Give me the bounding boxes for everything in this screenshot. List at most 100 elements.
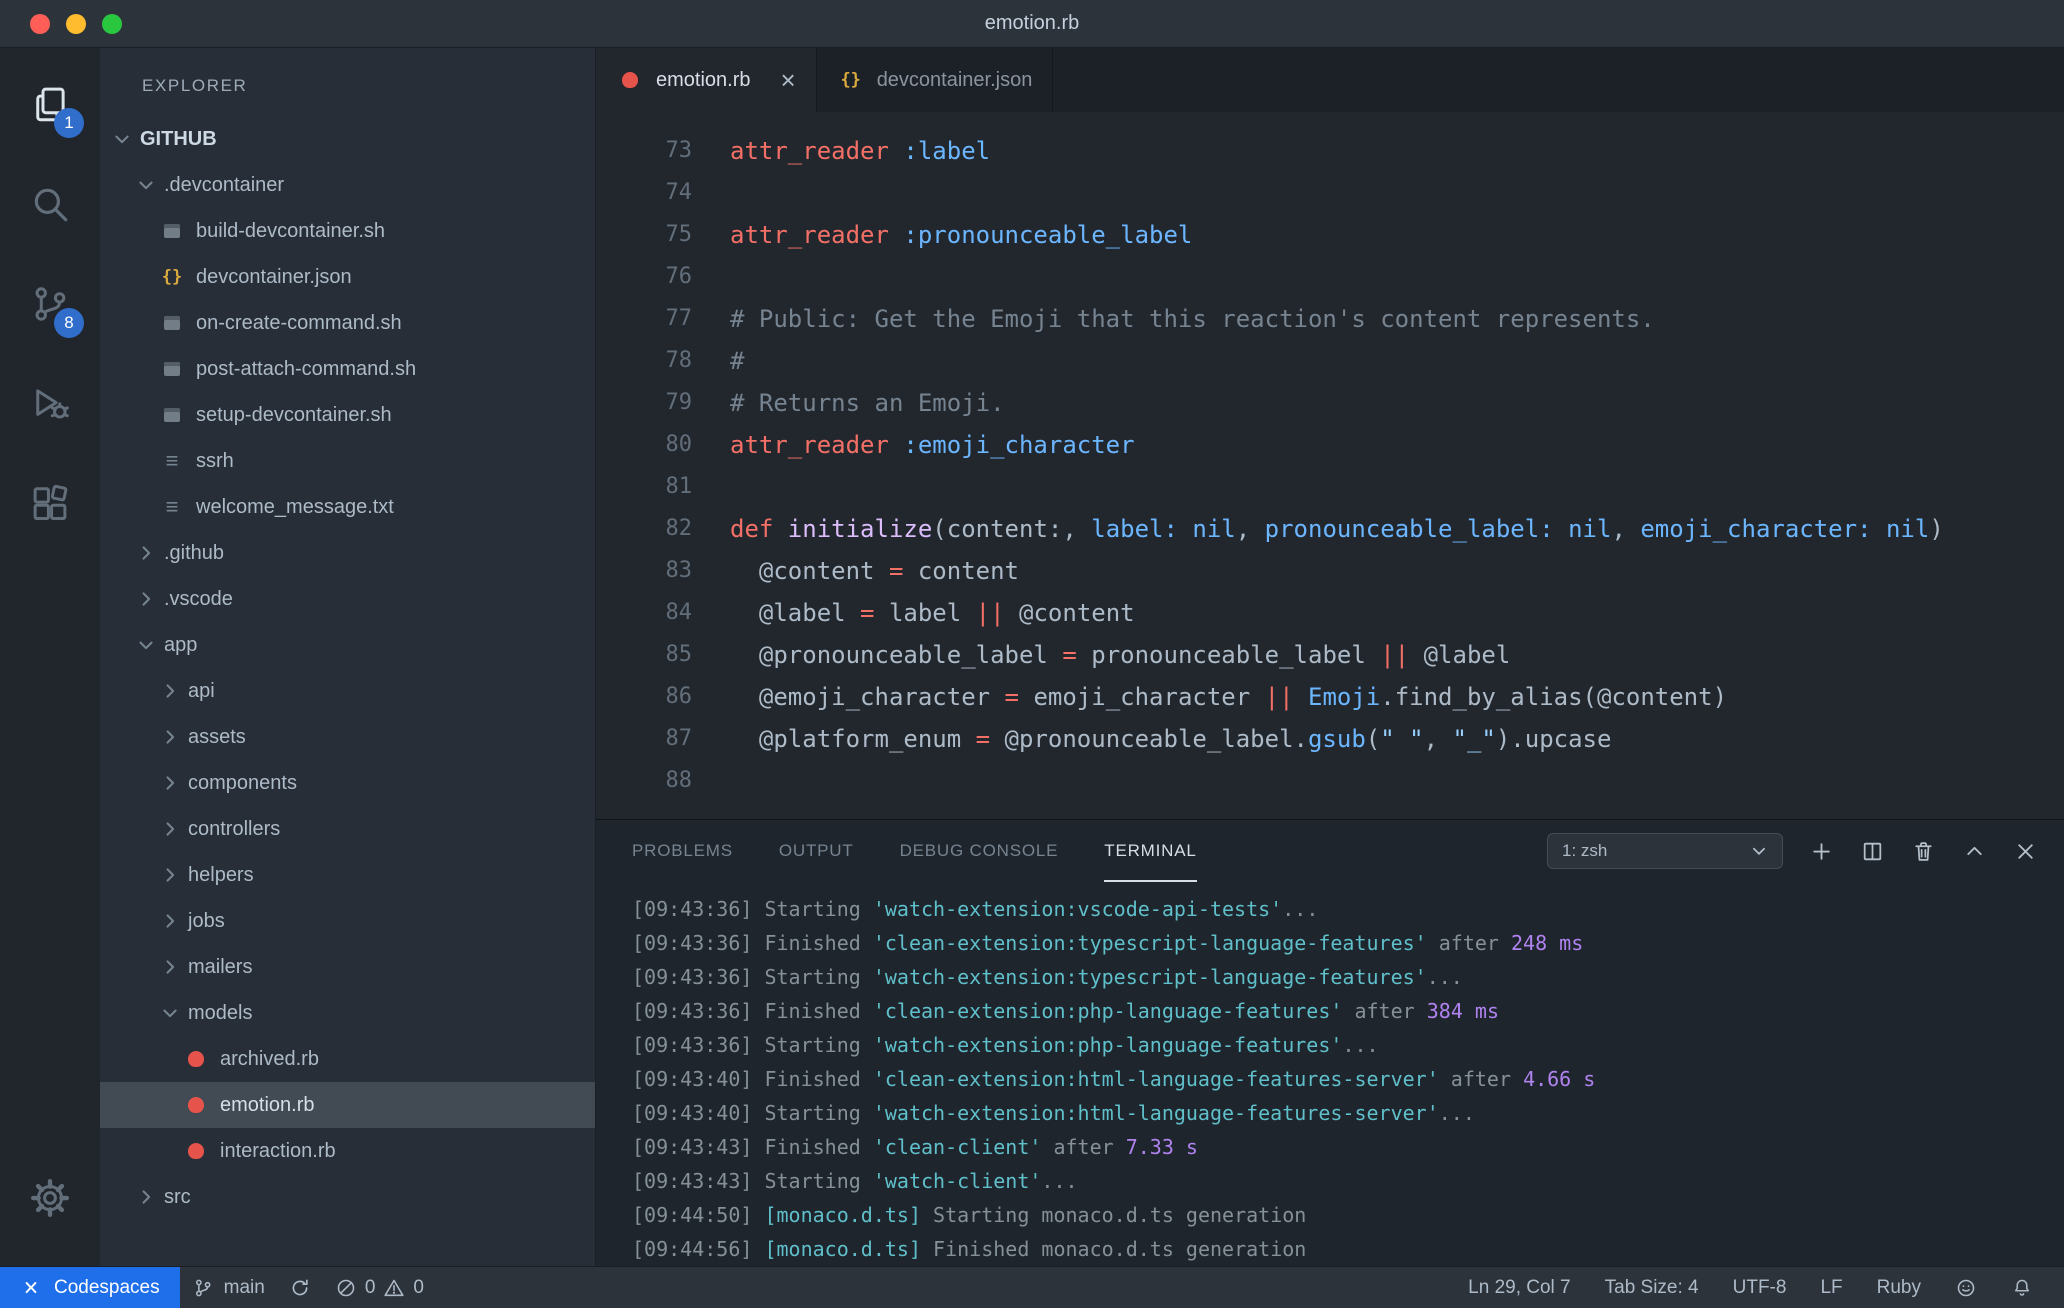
chevron-down-icon (136, 175, 156, 195)
folder-api[interactable]: api (100, 668, 595, 714)
activity-bar: 18 (0, 48, 100, 1266)
tree-item-label: post-attach-command.sh (196, 357, 417, 380)
file-welcome_message.txt[interactable]: ≡ welcome_message.txt (100, 484, 595, 530)
file-build-devcontainer.sh[interactable]: build-devcontainer.sh (100, 208, 595, 254)
panel-tab-output[interactable]: OUTPUT (779, 820, 854, 882)
code-text: attr_reader :pronounceable_label (730, 221, 1193, 249)
code-line-87: 87 @platform_enum = @pronounceable_label… (596, 718, 2064, 760)
statusbar-eol[interactable]: LF (1803, 1267, 1859, 1308)
tree-item-label: .vscode (164, 587, 233, 610)
explorer-sidebar: EXPLORER GITHUB .devcontainer build-devco… (100, 48, 596, 1266)
terminal-line: [09:43:36] Finished 'clean-extension:php… (632, 999, 1499, 1023)
panel-actions: 1: zsh (1547, 820, 2064, 882)
warnings-count: 0 (413, 1276, 424, 1298)
terminal-selector[interactable]: 1: zsh (1547, 833, 1783, 869)
line-number: 80 (665, 432, 693, 457)
tree-item-label: on-create-command.sh (196, 311, 402, 334)
folder-jobs[interactable]: jobs (100, 898, 595, 944)
split-terminal-button[interactable] (1860, 839, 1885, 864)
folder-app[interactable]: app (100, 622, 595, 668)
folder-src[interactable]: src (100, 1174, 595, 1220)
new-terminal-button[interactable] (1809, 839, 1834, 864)
statusbar-indentation[interactable]: Tab Size: 4 (1588, 1267, 1716, 1308)
tab-label: emotion.rb (656, 68, 751, 91)
settings-icon (29, 1177, 71, 1219)
activitybar-item-search[interactable] (0, 154, 100, 254)
folder-helpers[interactable]: helpers (100, 852, 595, 898)
statusbar-cursor-position[interactable]: Ln 29, Col 7 (1451, 1267, 1587, 1308)
statusbar-language-mode[interactable]: Ruby (1860, 1267, 1938, 1308)
file-interaction.rb[interactable]: interaction.rb (100, 1128, 595, 1174)
codespaces-label: Codespaces (54, 1276, 160, 1298)
file-setup-devcontainer.sh[interactable]: setup-devcontainer.sh (100, 392, 595, 438)
smiley-icon (1955, 1277, 1977, 1299)
activitybar-item-source-control[interactable]: 8 (0, 254, 100, 354)
statusbar-feedback[interactable] (1938, 1267, 1994, 1308)
tree-item-label: welcome_message.txt (196, 495, 394, 518)
line-number: 82 (665, 516, 693, 541)
activitybar-item-settings[interactable] (0, 1148, 100, 1248)
kill-terminal-button[interactable] (1911, 839, 1936, 864)
line-number: 85 (665, 642, 693, 667)
panel-tab-debug-console[interactable]: DEBUG CONSOLE (900, 820, 1059, 882)
line-number: 75 (665, 222, 693, 247)
activitybar-item-run-debug[interactable] (0, 354, 100, 454)
panel-tab-problems[interactable]: PROBLEMS (632, 820, 733, 882)
code-line-79: 79 # Returns an Emoji. (596, 382, 2064, 424)
folder-mailers[interactable]: mailers (100, 944, 595, 990)
chevron-right-icon (160, 865, 180, 885)
code-editor[interactable]: 73 attr_reader :label 74 75 attr_reader :pro… (596, 112, 2064, 819)
file-devcontainer.json[interactable]: {} devcontainer.json (100, 254, 595, 300)
activitybar-item-explorer[interactable]: 1 (0, 54, 100, 154)
tab-label: devcontainer.json (876, 68, 1033, 91)
editor-area: emotion.rb × {} devcontainer.json 73 attr_re… (596, 48, 2064, 1266)
code-text: def initialize(content:, label: nil, pro… (730, 515, 1944, 543)
maximize-panel-button[interactable] (1962, 839, 1987, 864)
file-emotion.rb[interactable]: emotion.rb (100, 1082, 595, 1128)
panel-tab-terminal[interactable]: TERMINAL (1104, 820, 1197, 882)
folder-models[interactable]: models (100, 990, 595, 1036)
codespaces-status[interactable]: Codespaces (0, 1267, 180, 1308)
folder-controllers[interactable]: controllers (100, 806, 595, 852)
tree-item-label: interaction.rb (220, 1139, 336, 1162)
terminal-line: [09:43:40] Finished 'clean-extension:htm… (632, 1067, 1596, 1091)
file-archived.rb[interactable]: archived.rb (100, 1036, 595, 1082)
chevron-down-icon (112, 129, 132, 149)
folder-components[interactable]: components (100, 760, 595, 806)
statusbar-encoding[interactable]: UTF-8 (1716, 1267, 1804, 1308)
line-number: 86 (665, 684, 693, 709)
line-number: 79 (665, 390, 693, 415)
terminal-output[interactable]: [09:43:36] Starting 'watch-extension:vsc… (596, 882, 2064, 1266)
folder-.github[interactable]: .github (100, 530, 595, 576)
terminal-line: [09:43:43] Finished 'clean-client' after… (632, 1135, 1198, 1159)
statusbar-notifications[interactable] (1994, 1267, 2050, 1308)
close-panel-button[interactable] (2013, 839, 2038, 864)
folder-.devcontainer[interactable]: .devcontainer (100, 162, 595, 208)
sync-button[interactable] (277, 1267, 323, 1308)
code-line-86: 86 @emoji_character = emoji_character ||… (596, 676, 2064, 718)
tree-item-label: api (188, 679, 215, 702)
close-window-button[interactable] (30, 13, 50, 34)
folder-assets[interactable]: assets (100, 714, 595, 760)
branch-status[interactable]: main (180, 1267, 277, 1308)
zoom-window-button[interactable] (102, 13, 122, 34)
line-number: 83 (665, 558, 693, 583)
editor-tabbar: emotion.rb × {} devcontainer.json (596, 48, 2064, 112)
file-post-attach-command.sh[interactable]: post-attach-command.sh (100, 346, 595, 392)
code-line-81: 81 (596, 466, 2064, 508)
terminal-line: [09:43:36] Starting 'watch-extension:php… (632, 1033, 1379, 1057)
file-on-create-command.sh[interactable]: on-create-command.sh (100, 300, 595, 346)
tree-item-label: ssrh (196, 449, 234, 472)
folder-.vscode[interactable]: .vscode (100, 576, 595, 622)
tree-root-github[interactable]: GITHUB (100, 116, 595, 162)
tab-devcontainer.json[interactable]: {} devcontainer.json (816, 48, 1054, 112)
extensions-icon (29, 483, 71, 525)
activitybar-item-extensions[interactable] (0, 454, 100, 554)
problems-status[interactable]: 0 0 (323, 1267, 436, 1308)
close-icon[interactable]: × (781, 67, 796, 93)
tab-emotion.rb[interactable]: emotion.rb × (596, 48, 817, 112)
file-ssrh[interactable]: ≡ ssrh (100, 438, 595, 484)
code-line-80: 80 attr_reader :emoji_character (596, 424, 2064, 466)
terminal-selector-value: 1: zsh (1562, 841, 1608, 860)
minimize-window-button[interactable] (66, 13, 86, 34)
